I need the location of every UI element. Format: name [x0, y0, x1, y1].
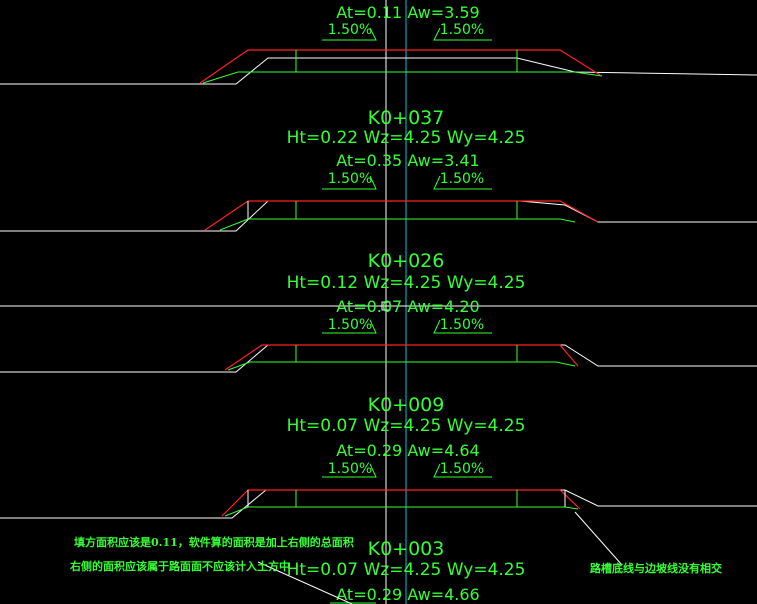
area-label: At=0.11 Aw=3.59 — [336, 3, 479, 22]
section-4: K0+009 Ht=0.07 Wz=4.25 Wy=4.25 At=0.29 A… — [0, 394, 757, 519]
ground-line — [0, 344, 757, 373]
station-label: K0+003 — [368, 538, 445, 560]
param-label: Ht=0.12 Wz=4.25 Wy=4.25 — [287, 273, 526, 293]
slope-label-left: 1.50% — [328, 22, 372, 38]
param-label: Ht=0.07 Wz=4.25 Wy=4.25 — [287, 560, 526, 580]
ground-line — [0, 57, 757, 85]
param-label: Ht=0.07 Wz=4.25 Wy=4.25 — [287, 416, 526, 436]
subgrade-line — [224, 506, 579, 517]
annotation-left-line2: 右侧的面积应该属于路面面不应该计入土方中 — [69, 559, 290, 573]
subgrade-line — [219, 218, 576, 231]
area-label: At=0.29 Aw=4.66 — [336, 585, 479, 604]
area-label: At=0.07 Aw=4.20 — [336, 297, 479, 316]
slope-label-right: 1.50% — [440, 22, 484, 38]
slope-label-left: 1.50% — [328, 171, 372, 187]
annotation-leader-right — [574, 511, 623, 566]
slope-label-left: 1.50% — [328, 461, 372, 477]
annotation-left-line1: 填方面积应该是0.11，软件算的面积是加上右侧的总面积 — [74, 535, 354, 549]
subgrade-line — [227, 361, 576, 371]
subgrade-line — [202, 71, 603, 84]
slope-label-right: 1.50% — [440, 461, 484, 477]
station-label: K0+037 — [368, 107, 445, 129]
ground-line — [0, 489, 757, 519]
design-surface — [224, 344, 579, 371]
slope-label-right: 1.50% — [440, 171, 484, 187]
slope-label-left: 1.50% — [328, 317, 372, 333]
area-label: At=0.35 Aw=3.41 — [336, 151, 479, 170]
slope-label-right: 1.50% — [440, 317, 484, 333]
section-1: At=0.11 Aw=3.59 1.50% 1.50% — [0, 3, 757, 85]
cross-section-drawing: At=0.11 Aw=3.59 1.50% 1.50% K0+037 Ht=0.… — [0, 0, 757, 604]
section-2: K0+037 Ht=0.22 Wz=4.25 Wy=4.25 At=0.35 A… — [0, 107, 757, 232]
ground-line — [0, 200, 757, 232]
station-label: K0+009 — [368, 394, 445, 416]
param-label: Ht=0.22 Wz=4.25 Wy=4.25 — [287, 128, 526, 148]
design-surface — [199, 49, 601, 84]
area-label: At=0.29 Aw=4.64 — [336, 441, 479, 460]
station-label: K0+026 — [368, 250, 445, 272]
annotation-right: 路槽底线与边坡线没有相交 — [590, 561, 722, 575]
section-3: K0+026 Ht=0.12 Wz=4.25 Wy=4.25 At=0.07 A… — [0, 250, 757, 373]
design-surface — [221, 489, 581, 517]
